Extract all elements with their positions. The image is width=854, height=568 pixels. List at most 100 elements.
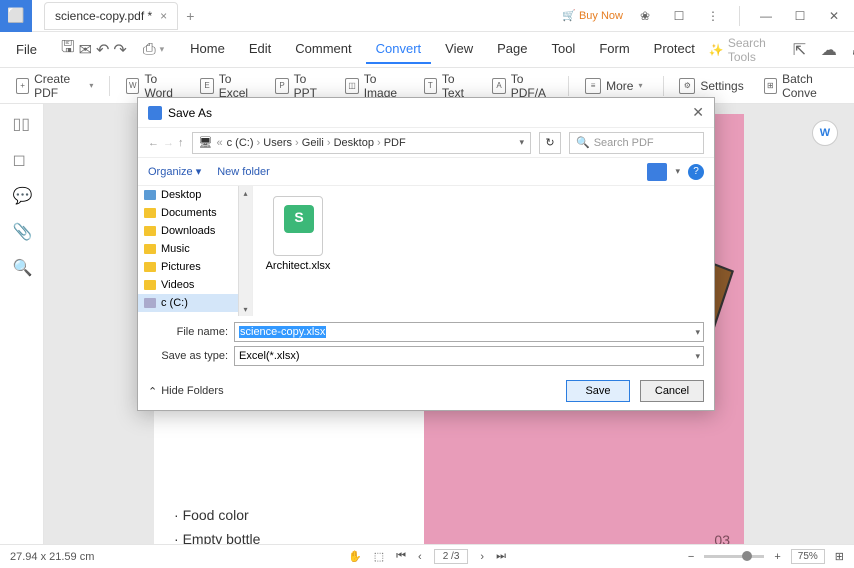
materials-list: Food colorEmpty bottleFunnelPlastic tray… bbox=[174, 504, 404, 544]
file-item[interactable]: Architect.xlsx bbox=[263, 196, 333, 272]
tree-item-desktop[interactable]: Desktop bbox=[138, 186, 252, 204]
search-icon: 🔍 bbox=[576, 136, 590, 149]
tool-more[interactable]: ≡More▾ bbox=[577, 74, 650, 98]
hand-tool-icon[interactable]: ✋ bbox=[348, 550, 362, 563]
close-window-button[interactable]: ✕ bbox=[822, 4, 846, 28]
tool-settings[interactable]: ⚙Settings bbox=[671, 74, 751, 98]
cloud-icon[interactable]: ☁ bbox=[819, 38, 838, 62]
notify-icon[interactable]: ☐ bbox=[667, 4, 691, 28]
help-button[interactable]: ? bbox=[688, 164, 704, 180]
tree-item-documents[interactable]: Documents bbox=[138, 204, 252, 222]
thumbnails-icon[interactable]: ▯▯ bbox=[13, 114, 31, 132]
document-tab[interactable]: science-copy.pdf * × bbox=[44, 2, 178, 30]
file-list-area[interactable]: Architect.xlsx bbox=[253, 186, 714, 316]
menu-home[interactable]: Home bbox=[180, 35, 235, 64]
menubar: File 🖫 ✉ ↶ ↷ ⎙ ▾ HomeEditCommentConvertV… bbox=[0, 32, 854, 68]
page-indicator[interactable]: 2 /3 bbox=[434, 549, 469, 564]
first-page-icon[interactable]: ⏮ bbox=[396, 550, 406, 563]
folder-tree[interactable]: DesktopDocumentsDownloadsMusicPicturesVi… bbox=[138, 186, 253, 316]
page-number: 03 bbox=[714, 532, 730, 544]
tab-label: science-copy.pdf * bbox=[55, 9, 152, 23]
organize-menu[interactable]: Organize ▾ bbox=[148, 165, 201, 178]
kebab-icon[interactable]: ⋮ bbox=[701, 4, 725, 28]
tree-item-pictures[interactable]: Pictures bbox=[138, 258, 252, 276]
file-name: Architect.xlsx bbox=[263, 260, 333, 272]
bookmark-icon[interactable]: ◻ bbox=[13, 150, 31, 168]
select-tool-icon[interactable]: ⬚ bbox=[374, 550, 384, 563]
menu-convert[interactable]: Convert bbox=[366, 35, 432, 64]
next-page-icon[interactable]: › bbox=[480, 551, 484, 563]
refresh-button[interactable]: ↻ bbox=[539, 132, 561, 154]
nav-up-icon[interactable]: ↑ bbox=[178, 137, 184, 149]
savetype-select[interactable]: Excel(*.xlsx) ▾ bbox=[234, 346, 704, 366]
dialog-nav: ← → ↑ 🖥 « c (C:) › Users › Geili › Deskt… bbox=[138, 128, 714, 158]
tree-item-videos[interactable]: Videos bbox=[138, 276, 252, 294]
cancel-button[interactable]: Cancel bbox=[640, 380, 704, 402]
dialog-titlebar: Save As ✕ bbox=[138, 98, 714, 128]
nav-fwd-icon[interactable]: → bbox=[163, 137, 174, 149]
menu-view[interactable]: View bbox=[435, 35, 483, 64]
breadcrumb-item[interactable]: PDF bbox=[384, 137, 406, 149]
breadcrumb-item[interactable]: c (C:) bbox=[227, 137, 254, 149]
menu-tool[interactable]: Tool bbox=[541, 35, 585, 64]
breadcrumb-item[interactable]: Geili bbox=[302, 137, 324, 149]
zoom-slider[interactable] bbox=[704, 555, 764, 558]
share-icon[interactable]: ⇱ bbox=[790, 38, 809, 62]
zoom-level[interactable]: 75% bbox=[791, 549, 825, 564]
search-icon[interactable]: 🔍 bbox=[13, 258, 31, 276]
dialog-toolbar: Organize ▾ New folder ▾ ? bbox=[138, 158, 714, 186]
fit-page-icon[interactable]: ⊞ bbox=[835, 550, 844, 563]
comment-icon[interactable]: 💬 bbox=[13, 186, 31, 204]
save-icon[interactable]: 🖫 bbox=[61, 38, 75, 62]
dialog-title: Save As bbox=[168, 106, 212, 120]
page-dimensions: 27.94 x 21.59 cm bbox=[10, 551, 94, 563]
gift-icon[interactable]: ❀ bbox=[633, 4, 657, 28]
left-sidebar: ▯▯ ◻ 💬 📎 🔍 bbox=[0, 104, 44, 544]
tree-scrollbar[interactable]: ▴ ▾ bbox=[238, 186, 252, 316]
word-badge-icon[interactable]: W bbox=[812, 120, 838, 146]
menu-edit[interactable]: Edit bbox=[239, 35, 281, 64]
xlsx-file-icon bbox=[273, 196, 323, 256]
mail-icon[interactable]: ✉ bbox=[79, 38, 92, 62]
breadcrumb-item[interactable]: Users bbox=[263, 137, 292, 149]
dialog-app-icon bbox=[148, 106, 162, 120]
maximize-button[interactable]: ☐ bbox=[788, 4, 812, 28]
filename-input[interactable]: science-copy.xlsx ▾ bbox=[234, 322, 704, 342]
tree-item-cc[interactable]: c (C:) bbox=[138, 294, 252, 312]
undo-icon[interactable]: ↶ bbox=[96, 38, 109, 62]
dialog-close-button[interactable]: ✕ bbox=[692, 104, 704, 121]
view-mode-button[interactable] bbox=[647, 163, 667, 181]
save-button[interactable]: Save bbox=[566, 380, 630, 402]
tree-item-music[interactable]: Music bbox=[138, 240, 252, 258]
file-menu[interactable]: File bbox=[8, 38, 45, 61]
tool-batch-conve[interactable]: ⊞Batch Conve bbox=[756, 68, 846, 104]
print-icon[interactable]: ⎙ bbox=[143, 38, 156, 62]
last-page-icon[interactable]: ⏭ bbox=[496, 550, 506, 563]
attachment-icon[interactable]: 📎 bbox=[13, 222, 31, 240]
menu-page[interactable]: Page bbox=[487, 35, 537, 64]
save-as-dialog: Save As ✕ ← → ↑ 🖥 « c (C:) › Users › Gei… bbox=[137, 97, 715, 411]
zoom-in-icon[interactable]: + bbox=[774, 551, 780, 563]
hide-folders-toggle[interactable]: ⌃ Hide Folders bbox=[148, 385, 224, 398]
dialog-search-input[interactable]: 🔍 Search PDF bbox=[569, 132, 704, 154]
menu-form[interactable]: Form bbox=[589, 35, 639, 64]
close-tab-icon[interactable]: × bbox=[160, 9, 167, 23]
menu-comment[interactable]: Comment bbox=[285, 35, 361, 64]
menu-protect[interactable]: Protect bbox=[644, 35, 705, 64]
statusbar: 27.94 x 21.59 cm ✋ ⬚ ⏮ ‹ 2 /3 › ⏭ − + 75… bbox=[0, 544, 854, 568]
redo-icon[interactable]: ↷ bbox=[113, 38, 126, 62]
breadcrumb[interactable]: 🖥 « c (C:) › Users › Geili › Desktop › P… bbox=[192, 132, 532, 154]
tree-item-downloads[interactable]: Downloads bbox=[138, 222, 252, 240]
breadcrumb-item[interactable]: Desktop bbox=[334, 137, 374, 149]
prev-page-icon[interactable]: ‹ bbox=[418, 551, 422, 563]
tool-create-pdf[interactable]: +Create PDF▾ bbox=[8, 68, 101, 104]
titlebar: ⬜ science-copy.pdf * × + 🛒 Buy Now ❀ ☐ ⋮… bbox=[0, 0, 854, 32]
new-folder-button[interactable]: New folder bbox=[217, 166, 270, 178]
zoom-out-icon[interactable]: − bbox=[688, 551, 694, 563]
search-tools[interactable]: ✨ Search Tools bbox=[709, 36, 780, 64]
add-tab-button[interactable]: + bbox=[186, 8, 194, 24]
expand-icon[interactable]: ⤢ bbox=[849, 38, 854, 62]
minimize-button[interactable]: — bbox=[754, 4, 778, 28]
buy-now-link[interactable]: 🛒 Buy Now bbox=[562, 9, 623, 22]
nav-back-icon[interactable]: ← bbox=[148, 137, 159, 149]
